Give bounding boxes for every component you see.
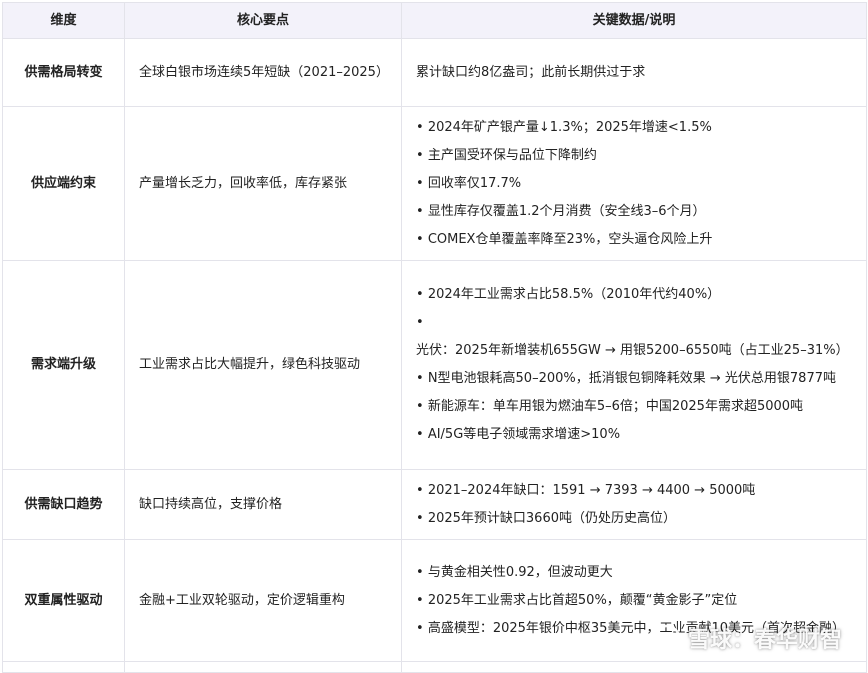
table-row bbox=[2, 661, 867, 673]
table-row: 需求端升级 工业需求占比大幅提升，绿色科技驱动 2024年工业需求占比58.5%… bbox=[2, 260, 867, 470]
row-dimension: 供需格局转变 bbox=[2, 38, 125, 107]
row-dimension: 需求端升级 bbox=[2, 260, 125, 470]
row-core-point: 工业需求占比大幅提升，绿色科技驱动 bbox=[124, 260, 402, 470]
table-row: 供需格局转变 全球白银市场连续5年短缺（2021–2025） 累计缺口约8亿盎司… bbox=[2, 38, 867, 107]
empty-cell bbox=[401, 661, 867, 673]
row-core-point: 金融+工业双轮驱动，定价逻辑重构 bbox=[124, 539, 402, 662]
table-row: 供需缺口趋势 缺口持续高位，支撑价格 2021–2024年缺口：1591 → 7… bbox=[2, 469, 867, 540]
row-details: 与黄金相关性0.92，但波动更大 2025年工业需求占比首超50%，颠覆“黄金影… bbox=[401, 539, 867, 662]
detail-bullet: 2025年工业需求占比首超50%，颠覆“黄金影子”定位 bbox=[416, 587, 856, 615]
detail-bullet: 回收率仅17.7% bbox=[416, 170, 856, 198]
row-dimension: 双重属性驱动 bbox=[2, 539, 125, 662]
row-core-point: 产量增长乏力，回收率低，库存紧张 bbox=[124, 106, 402, 261]
row-dimension: 供应端约束 bbox=[2, 106, 125, 261]
row-dimension: 供需缺口趋势 bbox=[2, 469, 125, 540]
empty-cell bbox=[2, 661, 125, 673]
row-core-point: 全球白银市场连续5年短缺（2021–2025） bbox=[124, 38, 402, 107]
row-details: 2024年工业需求占比58.5%（2010年代约40%） 光伏：2025年新增装… bbox=[401, 260, 867, 470]
detail-bullet: 高盛模型：2025年银价中枢35美元中，工业贡献10美元（首次超金融） bbox=[416, 615, 856, 643]
detail-bullet: 显性库存仅覆盖1.2个月消费（安全线3–6个月） bbox=[416, 198, 856, 226]
header-core-points: 核心要点 bbox=[124, 2, 402, 39]
detail-bullet: 2025年预计缺口3660吨（仍处历史高位） bbox=[416, 505, 856, 533]
detail-bullet: 新能源车：单车用银为燃油车5–6倍；中国2025年需求超5000吨 bbox=[416, 393, 856, 421]
table-row: 供应端约束 产量增长乏力，回收率低，库存紧张 2024年矿产银产量↓1.3%；2… bbox=[2, 106, 867, 261]
detail-bullet: 2021–2024年缺口：1591 → 7393 → 4400 → 5000吨 bbox=[416, 477, 856, 505]
detail-bullet: 2024年矿产银产量↓1.3%；2025年增速<1.5% bbox=[416, 114, 856, 142]
detail-bullet: AI/5G等电子领域需求增速>10% bbox=[416, 421, 856, 449]
detail-bullet: 与黄金相关性0.92，但波动更大 bbox=[416, 559, 856, 587]
detail-bullet: N型电池银耗高50–200%，抵消银包铜降耗效果 → 光伏总用银7877吨 bbox=[416, 365, 856, 393]
header-dimension: 维度 bbox=[2, 2, 125, 39]
detail-bullet: 光伏：2025年新增装机655GW → 用银5200–6550吨（占工业25–3… bbox=[416, 309, 856, 365]
detail-bullet: 主产国受环保与品位下降制约 bbox=[416, 142, 856, 170]
detail-bullet: COMEX仓单覆盖率降至23%，空头逼仓风险上升 bbox=[416, 226, 856, 254]
row-details: 2021–2024年缺口：1591 → 7393 → 4400 → 5000吨 … bbox=[401, 469, 867, 540]
table-row: 双重属性驱动 金融+工业双轮驱动，定价逻辑重构 与黄金相关性0.92，但波动更大… bbox=[2, 539, 867, 662]
table-header-row: 维度 核心要点 关键数据/说明 bbox=[2, 2, 867, 39]
detail-text: 累计缺口约8亿盎司；此前长期供过于求 bbox=[416, 64, 646, 80]
header-key-data: 关键数据/说明 bbox=[401, 2, 867, 39]
row-details: 累计缺口约8亿盎司；此前长期供过于求 bbox=[401, 38, 867, 107]
row-core-point: 缺口持续高位，支撑价格 bbox=[124, 469, 402, 540]
row-details: 2024年矿产银产量↓1.3%；2025年增速<1.5% 主产国受环保与品位下降… bbox=[401, 106, 867, 261]
empty-cell bbox=[124, 661, 402, 673]
data-table: 维度 核心要点 关键数据/说明 供需格局转变 全球白银市场连续5年短缺（2021… bbox=[2, 2, 867, 673]
detail-bullet: 2024年工业需求占比58.5%（2010年代约40%） bbox=[416, 281, 856, 309]
